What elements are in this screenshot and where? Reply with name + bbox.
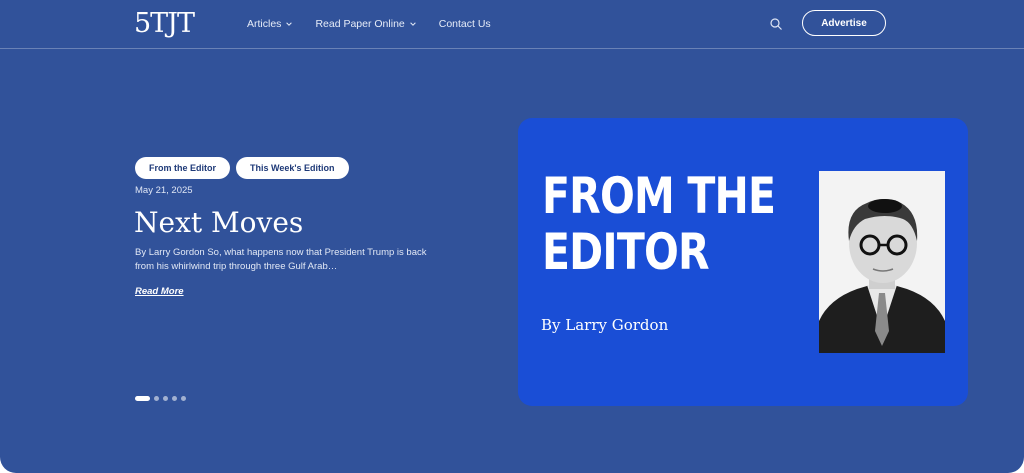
nav-contact-label: Contact Us [438, 18, 491, 30]
feature-card-title-line2: EDITOR [542, 223, 710, 281]
feature-card-byline: By Larry Gordon [541, 316, 669, 334]
slider-pagination [135, 396, 186, 401]
slider-dot-3[interactable] [163, 396, 168, 401]
tag-this-weeks-edition[interactable]: This Week's Edition [236, 157, 349, 179]
slider-dot-2[interactable] [154, 396, 159, 401]
tag-list: From the Editor This Week's Edition [135, 157, 349, 179]
nav-articles[interactable]: Articles [247, 16, 293, 32]
tag-from-the-editor[interactable]: From the Editor [135, 157, 230, 179]
nav-contact-us[interactable]: Contact Us [439, 16, 491, 32]
feature-card-title-line1: FROM THE [542, 167, 776, 225]
article-headline[interactable]: Next Moves [134, 206, 303, 240]
article-date: May 21, 2025 [135, 185, 193, 196]
chevron-down-icon [409, 22, 416, 26]
main-nav: Articles Read Paper Online Contact Us [247, 16, 513, 32]
nav-read-paper-online[interactable]: Read Paper Online [315, 16, 416, 32]
chevron-down-icon [286, 22, 293, 26]
feature-card-title: FROM THE EDITOR [542, 167, 776, 281]
author-portrait [819, 171, 945, 353]
site-logo[interactable]: 5TJT [134, 8, 195, 40]
advertise-button[interactable]: Advertise [802, 10, 886, 36]
slider-dot-4[interactable] [172, 396, 177, 401]
slider-dot-1[interactable] [135, 396, 150, 401]
slider-dot-5[interactable] [181, 396, 186, 401]
read-more-link[interactable]: Read More [135, 286, 184, 297]
author-portrait-image [819, 171, 945, 353]
page: 5TJT Articles Read Paper Online Contact … [0, 0, 1024, 473]
site-header: 5TJT Articles Read Paper Online Contact … [0, 0, 1024, 49]
nav-articles-label: Articles [247, 18, 282, 30]
article-excerpt: By Larry Gordon So, what happens now tha… [135, 247, 427, 272]
search-icon[interactable] [769, 17, 783, 31]
nav-read-paper-label: Read Paper Online [315, 18, 405, 30]
feature-card[interactable]: FROM THE EDITOR By Larry Gordon [518, 118, 968, 406]
